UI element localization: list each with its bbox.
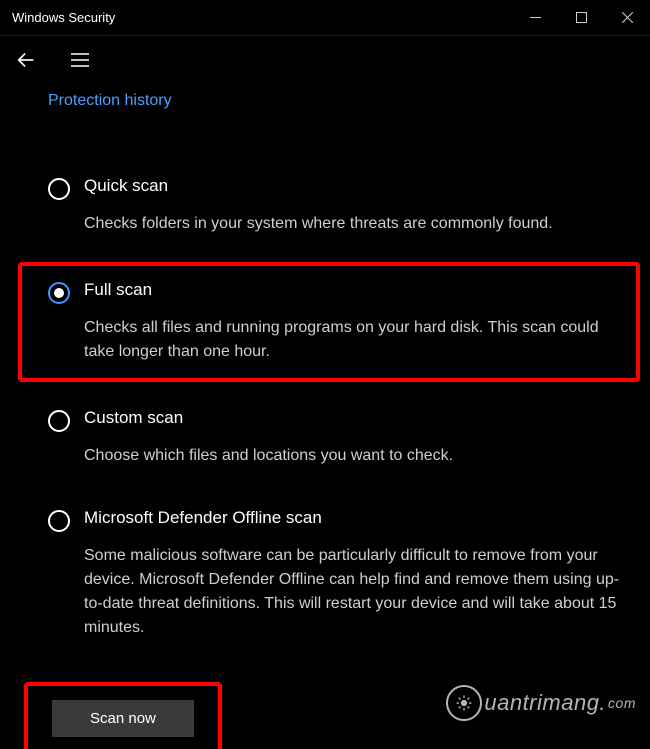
radio-custom-scan[interactable] [48,410,70,432]
titlebar: Windows Security [0,0,650,36]
option-body: Custom scan Choose which files and locati… [84,408,471,468]
radio-quick-scan[interactable] [48,178,70,200]
radio-offline-scan[interactable] [48,510,70,532]
option-body: Quick scan Checks folders in your system … [84,176,571,236]
option-body: Microsoft Defender Offline scan Some mali… [84,508,640,640]
scan-option-offline-scan[interactable]: Microsoft Defender Offline scan Some mali… [48,502,650,646]
scan-option-full-scan[interactable]: Full scan Checks all files and running pr… [18,262,640,382]
window-title: Windows Security [12,10,512,25]
close-button[interactable] [604,0,650,35]
option-desc: Some malicious software can be particula… [84,544,622,640]
scan-now-button[interactable]: Scan now [52,700,194,737]
toolbar [0,36,650,84]
option-desc: Choose which files and locations you wan… [84,444,453,468]
content-area: Protection history Quick scan Checks fold… [0,92,650,749]
watermark-icon [446,685,482,721]
maximize-button[interactable] [558,0,604,35]
option-desc: Checks folders in your system where thre… [84,212,553,236]
scan-now-wrap: Scan now [24,682,222,749]
minimize-button[interactable] [512,0,558,35]
option-title: Full scan [84,280,608,300]
window-controls [512,0,650,35]
option-title: Microsoft Defender Offline scan [84,508,622,528]
back-button[interactable] [10,44,42,76]
option-body: Full scan Checks all files and running pr… [84,280,626,364]
menu-button[interactable] [64,44,96,76]
protection-history-link[interactable]: Protection history [48,92,172,109]
option-desc: Checks all files and running programs on… [84,316,608,364]
scan-option-quick-scan[interactable]: Quick scan Checks folders in your system … [48,170,650,242]
option-title: Custom scan [84,408,453,428]
protection-history-row: Protection history [48,92,650,110]
watermark-text: uantrimang. [484,690,606,716]
scan-option-custom-scan[interactable]: Custom scan Choose which files and locati… [48,402,650,474]
option-title: Quick scan [84,176,553,196]
watermark-suffix: com [608,695,636,711]
watermark: uantrimang.com [446,685,636,721]
radio-full-scan[interactable] [48,282,70,304]
